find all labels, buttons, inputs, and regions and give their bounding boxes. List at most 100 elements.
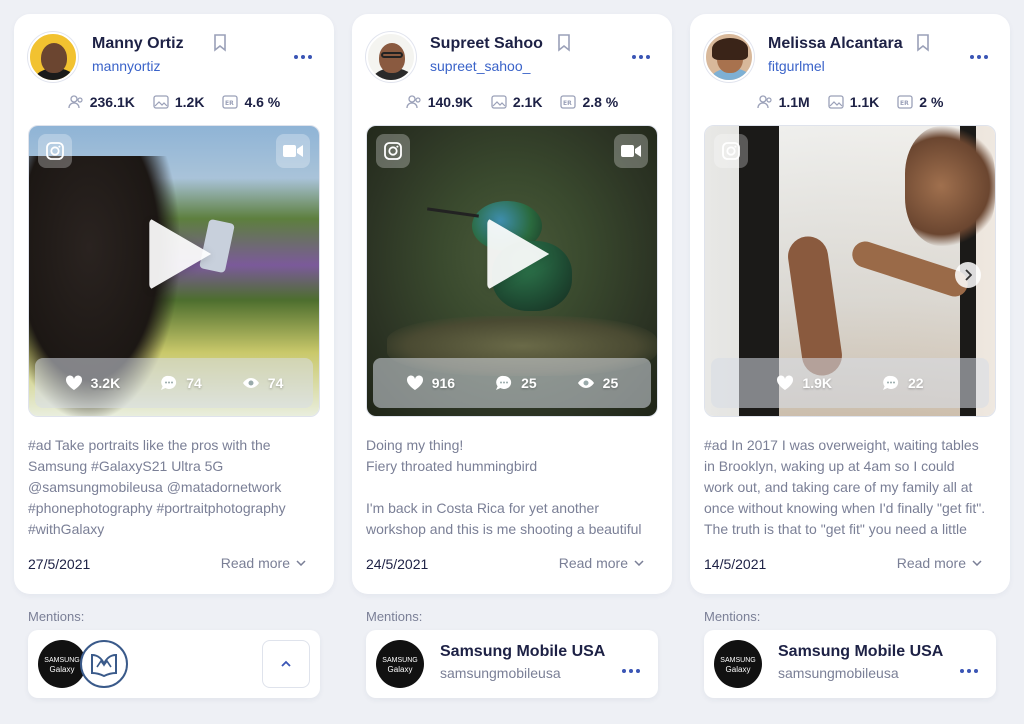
- video-camera-icon: [614, 134, 648, 168]
- post-date: 14/5/2021: [704, 556, 767, 572]
- comment-icon: [161, 375, 177, 390]
- play-button[interactable]: [149, 217, 212, 290]
- heart-icon: [777, 375, 794, 390]
- logo-line-2: Galaxy: [49, 665, 75, 674]
- post-media[interactable]: 3.2K 74 74: [28, 125, 320, 417]
- samsung-galaxy-logo[interactable]: SAMSUNG Galaxy: [714, 640, 762, 688]
- views: 25: [577, 375, 619, 391]
- engagement-overlay: 3.2K 74 74: [35, 358, 313, 408]
- svg-text:ER: ER: [225, 100, 234, 107]
- play-button[interactable]: [487, 217, 550, 290]
- likes: 1.9K: [776, 375, 832, 391]
- mention-more-options-icon[interactable]: [620, 660, 642, 673]
- logo-line-1: SAMSUNG: [382, 657, 418, 664]
- followers-icon: [68, 95, 83, 109]
- post-card: Manny Ortiz mannyortiz 236.1K 1.2K ER 4.…: [14, 14, 334, 594]
- mentions-card: SAMSUNG Galaxy Samsung Mobile USA samsung…: [704, 630, 996, 698]
- likes-count: 916: [431, 375, 456, 391]
- svg-text:ER: ER: [900, 100, 909, 107]
- avatar[interactable]: [366, 32, 416, 82]
- read-more-link[interactable]: Read more: [897, 555, 982, 571]
- influencer-name[interactable]: Manny Ortiz: [92, 35, 184, 53]
- comments: 25: [495, 375, 537, 391]
- card-header: Melissa Alcantara fitgurlmel: [704, 32, 996, 86]
- samsung-galaxy-logo[interactable]: SAMSUNG Galaxy: [376, 640, 424, 688]
- followers-stat: 1.1M: [756, 92, 810, 112]
- mentions-label: Mentions:: [28, 609, 85, 624]
- card-header: Supreet Sahoo supreet_sahoo_: [366, 32, 658, 86]
- heart-icon: [406, 375, 423, 390]
- engagement-rate: 2.8 %: [582, 94, 619, 110]
- logo-line-1: SAMSUNG: [720, 657, 756, 664]
- more-options-icon[interactable]: [968, 46, 990, 59]
- logo-line-2: Galaxy: [725, 665, 751, 674]
- influencer-name[interactable]: Melissa Alcantara: [768, 35, 903, 53]
- carousel-next-button[interactable]: [955, 262, 981, 288]
- engagement-rate-icon: ER: [222, 95, 239, 109]
- svg-text:ER: ER: [563, 100, 572, 107]
- more-options-icon[interactable]: [630, 46, 652, 59]
- chevron-down-icon: [634, 560, 644, 566]
- read-more-label: Read more: [220, 555, 290, 571]
- eye-icon: [577, 378, 594, 388]
- stats-row: 236.1K 1.2K ER 4.6 %: [14, 92, 334, 112]
- avatar[interactable]: [704, 32, 754, 82]
- engagement-rate-icon: ER: [560, 95, 577, 109]
- instagram-icon: [376, 134, 410, 168]
- post-media[interactable]: 1.9K 22: [704, 125, 996, 417]
- influencer-handle[interactable]: mannyortiz: [92, 58, 160, 74]
- more-options-icon[interactable]: [292, 46, 314, 59]
- views-count: 74: [267, 375, 284, 391]
- mentions-card: SAMSUNG Galaxy Samsung Mobile USA samsung…: [366, 630, 658, 698]
- posts-stat: 1.1K: [828, 92, 880, 112]
- likes-count: 3.2K: [90, 375, 121, 391]
- posts-count: 1.1K: [849, 94, 880, 110]
- engagement-rate-stat: ER 2 %: [897, 92, 943, 112]
- followers-stat: 236.1K: [68, 92, 135, 112]
- engagement-rate-stat: ER 2.8 %: [560, 92, 618, 112]
- post-caption: #ad In 2017 I was overweight, waiting ta…: [704, 437, 986, 537]
- followers-count: 236.1K: [89, 94, 135, 110]
- read-more-link[interactable]: Read more: [221, 555, 306, 571]
- logo-line-2: Galaxy: [387, 665, 413, 674]
- comment-icon: [883, 375, 899, 390]
- avatar[interactable]: [28, 32, 78, 82]
- post-card: Melissa Alcantara fitgurlmel 1.1M 1.1K E…: [690, 14, 1010, 594]
- stats-row: 140.9K 2.1K ER 2.8 %: [352, 92, 672, 112]
- influencer-name[interactable]: Supreet Sahoo: [430, 35, 543, 53]
- post-media[interactable]: 916 25 25: [366, 125, 658, 417]
- stats-row: 1.1M 1.1K ER 2 %: [690, 92, 1010, 112]
- views-count: 25: [602, 375, 619, 391]
- mention-name[interactable]: Samsung Mobile USA: [440, 643, 605, 661]
- followers-count: 140.9K: [427, 94, 473, 110]
- read-more-link[interactable]: Read more: [559, 555, 644, 571]
- matador-network-logo[interactable]: [80, 640, 128, 688]
- logo-line-1: SAMSUNG: [44, 657, 80, 664]
- image-icon: [491, 95, 507, 109]
- mention-more-options-icon[interactable]: [958, 660, 980, 673]
- engagement-rate: 2 %: [919, 94, 944, 110]
- posts-count: 2.1K: [512, 94, 543, 110]
- comment-icon: [496, 375, 512, 390]
- influencer-handle[interactable]: supreet_sahoo_: [430, 58, 530, 74]
- engagement-rate-icon: ER: [897, 95, 913, 109]
- comments-count: 25: [521, 375, 537, 391]
- post-caption: #ad Take portraits like the pros with th…: [28, 437, 286, 537]
- likes: 916: [406, 375, 455, 391]
- bookmark-icon[interactable]: [213, 34, 227, 52]
- chevron-right-icon: [965, 269, 972, 281]
- mention-handle: samsungmobileusa: [440, 665, 561, 681]
- samsung-galaxy-logo[interactable]: SAMSUNG Galaxy: [38, 640, 86, 688]
- bookmark-icon[interactable]: [916, 34, 930, 52]
- engagement-rate: 4.6 %: [244, 94, 281, 110]
- followers-icon: [756, 95, 772, 109]
- heart-icon: [65, 375, 82, 390]
- bookmark-icon[interactable]: [557, 34, 571, 52]
- influencer-handle[interactable]: fitgurlmel: [768, 58, 825, 74]
- collapse-mentions-button[interactable]: [262, 640, 310, 688]
- comments-count: 74: [186, 375, 202, 391]
- comments: 22: [882, 375, 924, 391]
- mention-name[interactable]: Samsung Mobile USA: [778, 643, 943, 661]
- post-caption: Doing my thing! Fiery throated hummingbi…: [366, 437, 642, 537]
- chevron-down-icon: [972, 560, 982, 566]
